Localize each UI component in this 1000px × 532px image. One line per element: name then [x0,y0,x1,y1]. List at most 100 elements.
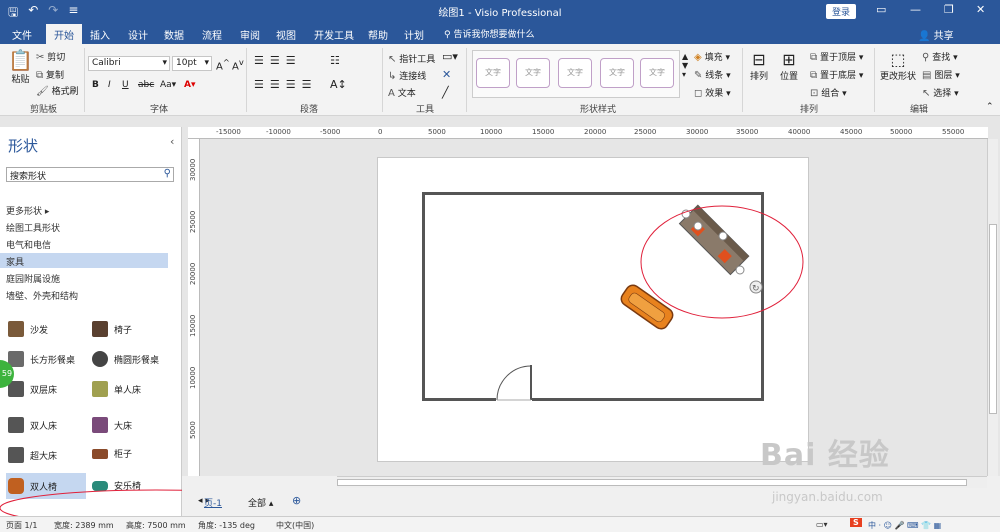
bold-button[interactable]: B [92,80,99,90]
change-shape-button[interactable]: ⬚ 更改形状 [880,50,916,82]
ruler-tick: 10000 [480,128,503,136]
category-garden[interactable]: 庭园附属设施 [6,272,60,285]
vertical-scrollbar[interactable] [987,139,998,476]
effect-button[interactable]: ◻ 效果 ▾ [694,86,731,99]
search-shapes-input[interactable]: 搜索形状 ⚲ [6,167,174,182]
layers-button[interactable]: ▤ 图层 ▾ [922,68,960,81]
vertical-scroll-thumb[interactable] [989,224,997,414]
group-button[interactable]: ⊡ 组合 ▾ [810,86,847,99]
status-language[interactable]: 中文(中国) [276,520,314,531]
category-more-shapes[interactable]: 更多形状 ▸ [6,204,49,217]
style-swatch[interactable]: 文字 [516,58,550,88]
tab-plan[interactable]: 计划 [404,27,424,42]
all-pages-button[interactable]: 全部 ▴ [248,496,273,509]
paste-button[interactable]: 📋 粘贴 [8,48,33,85]
copy-label: 复制 [46,71,65,81]
style-swatch[interactable]: 文字 [600,58,634,88]
format-painter-button[interactable]: 🖌 格式刷 [36,84,79,97]
shape-rect-table[interactable]: 长方形餐桌 [8,351,75,367]
ime-tray-icons[interactable]: 中 · ☺ 🎤 ⌨ 👕 ▦ [868,520,941,531]
tell-me-box[interactable]: ⚲ 告诉我你想要做什么 [444,27,534,40]
line-button[interactable]: ✎ 线条 ▾ [694,68,731,81]
shape-single-bed[interactable]: 单人床 [92,381,141,397]
line-icon[interactable]: ╱ [442,86,449,99]
gallery-scroll-icon[interactable]: ▲ ▼ ▾ [682,52,688,79]
collapse-pane-icon[interactable]: ‹ [170,135,174,148]
pointer-tool-button[interactable]: ↖ 指针工具 [388,52,435,65]
ribbon-options-icon[interactable]: ▭ [876,3,886,16]
category-drawing-tools[interactable]: 绘图工具形状 [6,221,60,234]
style-swatch[interactable]: 文字 [640,58,674,88]
collapse-ribbon-icon[interactable]: ⌃ [986,102,994,112]
shape-bunk-bed[interactable]: 双层床 [8,381,57,397]
tab-home[interactable]: 开始 [46,24,82,46]
cut-button[interactable]: ✂ 剪切 [36,50,65,63]
shape-sofa[interactable]: 沙发 [8,321,48,337]
shape-double-bed[interactable]: 双人床 [8,417,57,433]
font-name-select[interactable]: Calibri ▾ [88,56,170,71]
horizontal-scroll-thumb[interactable] [337,479,967,486]
minimize-icon[interactable]: — [910,3,921,16]
shape-king-bed[interactable]: 超大床 [8,447,57,463]
presentation-icon[interactable]: ▭▾ [816,520,828,529]
category-furniture[interactable]: 家具 [0,253,168,268]
login-button[interactable]: 登录 [826,4,857,19]
restore-icon[interactable]: ❐ [944,3,954,16]
horizontal-scrollbar[interactable] [337,476,987,488]
italic-button[interactable]: I [108,80,111,90]
select-button[interactable]: ↖ 选择 ▾ [922,86,959,99]
tab-design[interactable]: 设计 [128,27,148,42]
grow-font-icon[interactable]: A^ [216,57,230,72]
tab-help[interactable]: 帮助 [368,27,388,42]
shape-large-bed[interactable]: 大床 [92,417,132,433]
double-bed-icon [8,417,24,433]
horizontal-align-icons[interactable]: ☰☰☰☰ [254,78,317,91]
tab-file[interactable]: 文件 [12,27,32,42]
shrink-font-icon[interactable]: Av [232,57,244,72]
shape-label: 安乐椅 [114,482,142,492]
shape-chair[interactable]: 椅子 [92,321,132,337]
shape-cabinet[interactable]: 柜子 [92,447,132,460]
font-size-select[interactable]: 10pt ▾ [172,56,212,71]
vertical-align-icons[interactable]: ☰☰☰ [254,54,302,67]
status-page[interactable]: 页面 1/1 [6,520,37,531]
search-icon[interactable]: ⚲ [164,168,171,179]
close-icon[interactable]: ✕ [976,3,985,16]
font-case-icon[interactable]: Aa▾ [160,80,176,90]
arrange-button[interactable]: ⊟ 排列 [750,50,768,82]
position-button[interactable]: ⊞ 位置 [780,50,798,82]
bring-to-front-button[interactable]: ⧉ 置于顶层 ▾ [810,50,863,63]
share-button[interactable]: 👤 共享 [918,27,954,42]
category-electrical[interactable]: 电气和电信 [6,238,51,251]
room-walls[interactable] [422,192,764,401]
add-page-icon[interactable]: ⊕ [292,494,301,507]
tab-insert[interactable]: 插入 [90,27,110,42]
tab-view[interactable]: 视图 [276,27,296,42]
shape-oval-table[interactable]: 椭圆形餐桌 [92,351,159,367]
text-direction-icon[interactable]: A↕ [330,78,347,91]
style-swatch[interactable]: 文字 [558,58,592,88]
ime-logo-icon[interactable]: S [850,518,862,527]
shape-label: 沙发 [30,325,49,336]
shape-armchair[interactable]: 安乐椅 [92,479,141,492]
close-x-icon[interactable]: ✕ [442,68,451,81]
style-swatch[interactable]: 文字 [476,58,510,88]
tab-review[interactable]: 审阅 [240,27,260,42]
connector-button[interactable]: ↳ 连接线 [388,69,426,82]
strikethrough-button[interactable]: abc [138,80,154,90]
copy-button[interactable]: ⧉ 复制 [36,68,64,81]
tab-data[interactable]: 数据 [164,27,184,42]
send-to-back-button[interactable]: ⧉ 置于底层 ▾ [810,68,863,81]
bullets-icon[interactable]: ☷ [330,54,340,67]
page-tab-1[interactable]: 页-1 [204,496,222,509]
tab-developer[interactable]: 开发工具 [314,27,354,42]
text-tool-button[interactable]: A 文本 [388,86,416,99]
underline-button[interactable]: U [122,80,129,90]
rectangle-icon[interactable]: ▭▾ [442,50,458,63]
shape-loveseat[interactable]: 双人椅 [6,473,86,499]
find-button[interactable]: ⚲ 查找 ▾ [922,50,958,63]
fill-button[interactable]: ◈ 填充 ▾ [694,50,730,63]
font-color-icon[interactable]: A▾ [184,80,195,90]
tab-process[interactable]: 流程 [202,27,222,42]
category-walls[interactable]: 墙壁、外壳和结构 [6,289,78,302]
